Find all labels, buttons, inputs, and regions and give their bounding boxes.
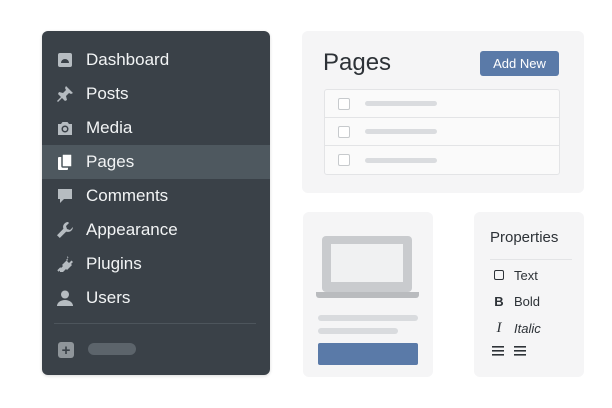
property-bold[interactable]: B Bold <box>492 294 540 309</box>
sidebar-item-appearance[interactable]: Appearance <box>42 213 270 247</box>
property-text[interactable]: Text <box>492 268 538 283</box>
italic-icon: I <box>496 320 502 336</box>
sidebar-item-label: Dashboard <box>86 50 170 69</box>
sidebar-item-plugins[interactable]: Plugins <box>42 247 270 281</box>
sidebar-item-label: Comments <box>86 186 169 205</box>
laptop-base <box>316 292 419 298</box>
list-icon <box>514 346 528 356</box>
property-label: Italic <box>514 321 541 336</box>
page-title: Pages <box>323 49 392 76</box>
add-new-button[interactable]: Add New <box>480 51 559 76</box>
properties-divider <box>490 259 572 260</box>
device-preview-card <box>303 212 433 377</box>
row-title-placeholder <box>365 157 437 163</box>
list-item[interactable] <box>325 118 559 146</box>
row-checkbox[interactable] <box>338 154 350 166</box>
properties-title: Properties <box>490 229 559 246</box>
sidebar-item-label: Media <box>86 118 133 137</box>
admin-sidebar: Dashboard Posts Media Pages Comments App… <box>42 31 270 375</box>
list-item[interactable] <box>325 146 559 174</box>
sidebar-item-pages[interactable]: Pages <box>42 145 270 179</box>
user-icon <box>56 289 74 307</box>
list-item[interactable] <box>325 90 559 118</box>
wrench-icon <box>56 221 74 239</box>
row-title-placeholder <box>365 129 437 134</box>
sidebar-item-label: Appearance <box>86 220 178 239</box>
bold-icon: B <box>494 294 504 309</box>
preview-button[interactable] <box>318 343 418 365</box>
property-label: Bold <box>514 294 541 309</box>
property-label: Text <box>514 268 538 283</box>
sidebar-item-label: Pages <box>86 152 135 171</box>
comment-icon <box>56 187 74 205</box>
list-icon <box>492 346 506 356</box>
sidebar-menu: Dashboard Posts Media Pages Comments App… <box>42 31 270 315</box>
row-title-placeholder <box>365 101 437 106</box>
sidebar-divider <box>54 323 256 324</box>
sidebar-item-dashboard[interactable]: Dashboard <box>42 43 270 77</box>
pages-panel: Pages Add New <box>302 31 584 193</box>
property-italic[interactable]: I Italic <box>492 320 541 337</box>
sidebar-item-media[interactable]: Media <box>42 111 270 145</box>
text-line-placeholder <box>318 315 418 321</box>
pin-icon <box>56 85 74 103</box>
laptop-display <box>331 244 403 282</box>
sidebar-item-posts[interactable]: Posts <box>42 77 270 111</box>
pages-list <box>324 89 560 175</box>
row-checkbox[interactable] <box>338 97 350 110</box>
laptop-icon <box>322 236 412 292</box>
sidebar-item-comments[interactable]: Comments <box>42 179 270 213</box>
row-checkbox[interactable] <box>338 125 350 138</box>
sidebar-item-label: Users <box>86 288 131 307</box>
dashboard-icon <box>56 51 74 69</box>
text-line-placeholder <box>318 328 398 334</box>
camera-icon <box>56 119 74 137</box>
properties-panel: Properties Text B Bold I Italic <box>474 212 584 377</box>
sidebar-item-label: Posts <box>86 84 129 103</box>
plus-square-icon[interactable]: + <box>58 342 74 358</box>
property-list[interactable] <box>492 346 536 356</box>
plug-icon <box>56 255 74 273</box>
collapse-menu-placeholder[interactable] <box>88 343 136 355</box>
square-icon <box>492 268 506 283</box>
pages-icon <box>56 153 74 171</box>
sidebar-item-users[interactable]: Users <box>42 281 270 315</box>
sidebar-item-label: Plugins <box>86 254 142 273</box>
